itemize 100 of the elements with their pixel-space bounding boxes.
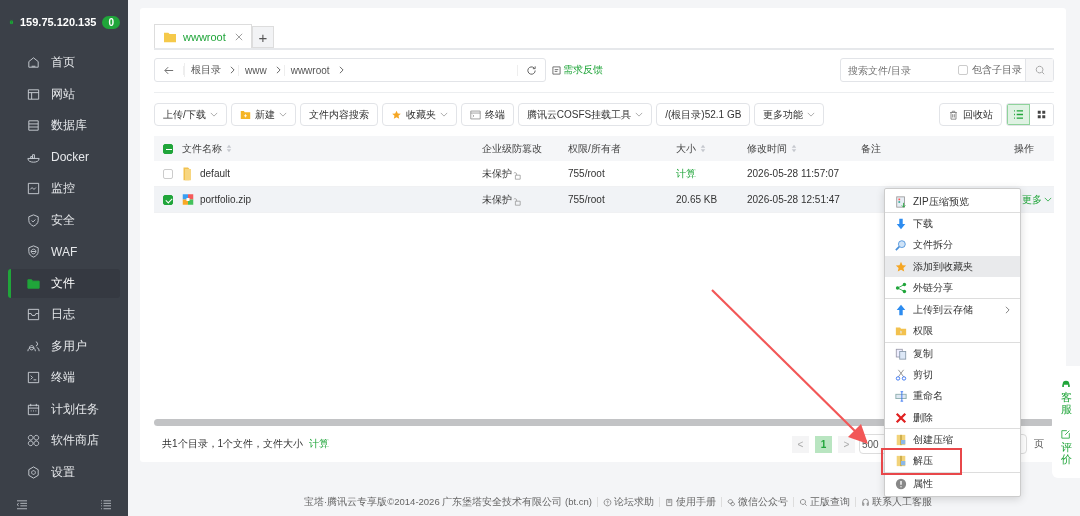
sidebar-item[interactable]: 软件商店 xyxy=(8,426,120,456)
upload-icon xyxy=(895,304,907,317)
sidebar-item[interactable]: 多用户 xyxy=(8,331,120,361)
breadcrumb-item[interactable]: www xyxy=(238,64,273,76)
caret-icon xyxy=(278,112,287,117)
info-icon xyxy=(895,477,907,490)
caret-icon xyxy=(209,112,218,117)
book-icon xyxy=(664,497,674,507)
magnifier-icon xyxy=(895,239,907,252)
trash-icon xyxy=(948,109,959,120)
menu-item-icon xyxy=(26,433,41,449)
search-field[interactable]: 搜索文件/目录 包含子目录 xyxy=(840,58,1054,82)
recycle-bin-button[interactable]: 回收站 xyxy=(939,103,1002,126)
toolbar-button[interactable]: 上传/下载 xyxy=(154,103,227,126)
column-header: 权限/所有者 xyxy=(568,141,621,156)
table-cell: 755/root xyxy=(568,168,605,179)
context-menu-item[interactable]: 重命名 xyxy=(885,385,1020,407)
sidebar-item[interactable]: 网站 xyxy=(8,79,120,109)
caret-icon xyxy=(635,112,644,117)
row-checkbox[interactable] xyxy=(163,168,173,179)
help-icon xyxy=(602,497,612,507)
menu-item-icon xyxy=(26,212,41,228)
folder-icon xyxy=(182,166,194,181)
sidebar-item[interactable]: 监控 xyxy=(8,174,120,204)
terminal-icon xyxy=(469,109,481,120)
menu-item-icon xyxy=(26,338,41,354)
context-menu-item[interactable]: ZIP压缩预览 xyxy=(885,191,1020,213)
chevron-icon xyxy=(1005,306,1010,315)
footer-link[interactable]: 联系人工客服 xyxy=(860,495,932,509)
context-menu-item[interactable]: 剪切 xyxy=(885,364,1020,386)
breadcrumb-item[interactable]: wwwroot xyxy=(283,64,336,76)
context-menu-item[interactable]: 添加到收藏夹 xyxy=(885,255,1020,278)
sidebar-item[interactable]: 首页 xyxy=(8,48,120,78)
footer-link[interactable]: 使用手册 xyxy=(664,495,716,509)
table-cell: 未保护 xyxy=(482,192,512,207)
sort-icon[interactable] xyxy=(226,144,232,153)
file-name[interactable]: portfolio.zip xyxy=(200,194,252,205)
subdirectory-checkbox[interactable]: 包含子目录 xyxy=(958,63,1022,77)
sidebar-item[interactable]: 文件 xyxy=(8,268,120,298)
sidebar-item[interactable]: 安全 xyxy=(8,205,120,235)
headset-icon xyxy=(1061,378,1071,389)
path-bar[interactable]: 根目录 www wwwroot xyxy=(154,58,546,82)
toolbar-button[interactable]: 新建 xyxy=(230,103,296,126)
breadcrumb-item[interactable]: 根目录 xyxy=(184,63,227,77)
context-menu-item[interactable]: 创建压缩 xyxy=(885,429,1020,451)
toolbar-button[interactable]: 腾讯云COSFS挂载工具 xyxy=(517,103,653,126)
summary-text: 共1个目录，1个文件，文件大小 xyxy=(162,437,304,451)
sidebar-item[interactable]: 日志 xyxy=(8,300,120,330)
footer-link[interactable]: 论坛求助 xyxy=(602,495,654,509)
menu-item-icon xyxy=(26,370,41,386)
copy-icon xyxy=(895,347,907,360)
select-all-checkbox[interactable] xyxy=(163,143,173,154)
context-menu-item[interactable]: 文件拆分 xyxy=(885,234,1020,256)
context-menu-item[interactable]: 外链分享 xyxy=(885,277,1020,299)
sidebar-item[interactable]: Docker xyxy=(8,142,120,172)
toolbar-button[interactable]: 终端 xyxy=(460,103,514,126)
toolbar-button[interactable]: 文件内容搜索 xyxy=(299,103,378,126)
unlock-icon[interactable] xyxy=(513,197,521,206)
archive-icon xyxy=(895,455,907,468)
context-menu-item[interactable]: 下载 xyxy=(885,213,1020,235)
grid-icon xyxy=(1036,110,1047,119)
sort-icon[interactable] xyxy=(791,144,797,153)
sort-icon[interactable] xyxy=(700,144,706,153)
folder-icon xyxy=(163,30,177,43)
footer-link[interactable]: 微信公众号 xyxy=(726,495,788,509)
edit-icon xyxy=(1061,428,1071,439)
list-icon[interactable] xyxy=(100,500,112,510)
menu-item-icon xyxy=(26,118,41,134)
delete-icon xyxy=(895,411,907,424)
context-menu-item[interactable]: 权限 xyxy=(885,320,1020,343)
archive-icon xyxy=(895,433,907,446)
sidebar-item[interactable]: 计划任务 xyxy=(8,394,120,424)
share-icon xyxy=(895,281,907,294)
context-menu-item[interactable]: 删除 xyxy=(885,406,1020,429)
search-button[interactable] xyxy=(1025,59,1053,81)
file-name[interactable]: default xyxy=(200,168,231,179)
new-folder-icon xyxy=(239,109,251,120)
sidebar-item[interactable]: 数据库 xyxy=(8,111,120,141)
table-cell: 2026-05-28 11:57:07 xyxy=(747,168,840,179)
star-icon xyxy=(390,109,402,120)
sidebar-item[interactable]: 设置 xyxy=(8,457,120,487)
context-menu-item[interactable]: 上传到云存储 xyxy=(885,299,1020,321)
page-label: 页 xyxy=(1034,437,1044,451)
list-icon xyxy=(1013,110,1024,119)
archive-icon xyxy=(182,192,194,207)
close-icon[interactable] xyxy=(235,32,243,41)
toolbar-button[interactable]: 更多功能 xyxy=(754,103,825,126)
sidebar-item[interactable]: 终端 xyxy=(8,363,120,393)
toolbar-button[interactable]: 收藏夹 xyxy=(381,103,457,126)
folder-icon xyxy=(895,325,907,338)
row-checkbox[interactable] xyxy=(163,194,173,205)
add-tab-button[interactable]: + xyxy=(252,26,274,48)
scissors-icon xyxy=(895,369,907,381)
footer-link[interactable]: 正版查询 xyxy=(798,495,850,509)
context-menu-item[interactable]: 复制 xyxy=(885,343,1020,365)
toolbar-button[interactable]: /(根目录)52.1 GB xyxy=(656,103,751,126)
collapse-icon[interactable] xyxy=(16,500,28,510)
context-menu-item[interactable]: 属性 xyxy=(885,472,1020,495)
unlock-icon[interactable] xyxy=(513,171,521,180)
sidebar-item[interactable]: WAF xyxy=(8,237,120,267)
